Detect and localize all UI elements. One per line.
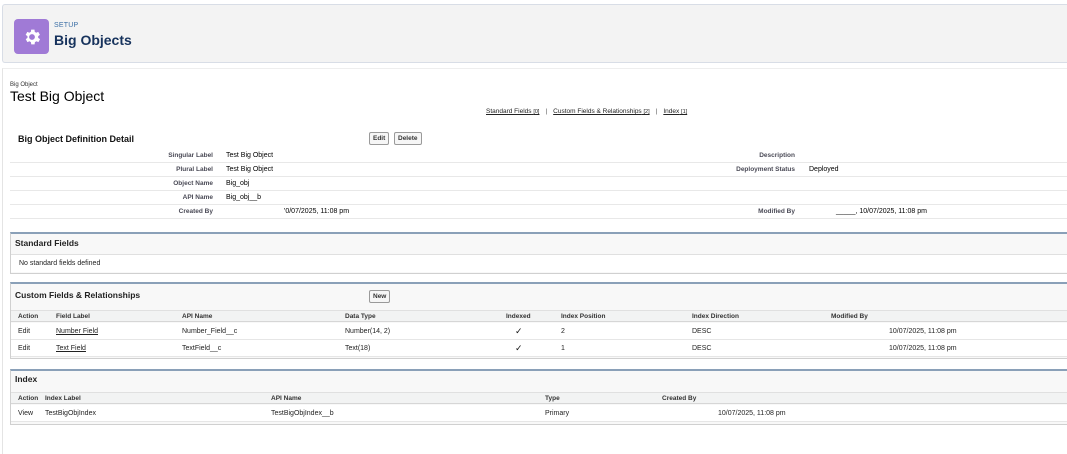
column-header: Action [18,313,39,320]
data-type-cell: Text(18) [345,345,371,352]
custom-fields-header: Action Field Label API Name Data Type In… [11,310,1067,322]
quick-link-custom-fields[interactable]: Custom Fields & Relationships [2] [553,108,649,115]
column-header[interactable]: Indexed [506,313,531,320]
data-type-cell: Number(14, 2) [345,328,391,335]
index-title: Index [15,374,38,384]
indexed-check-icon: ✓ [515,326,523,336]
detail-section-title: Big Object Definition Detail [18,134,135,144]
index-direction-cell: DESC [692,328,712,335]
field-label-link[interactable]: Text Field [56,345,86,352]
detail-row [10,163,1067,177]
column-header[interactable]: Created By [662,395,696,402]
index-direction-cell: DESC [692,345,712,352]
custom-fields-title: Custom Fields & Relationships [15,290,141,300]
object-name-label: Object Name [173,180,213,187]
setup-kicker: SETUP [54,22,79,29]
column-header[interactable]: Field Label [56,313,90,320]
modified-by-cell: 10/07/2025, 11:08 pm [889,345,957,352]
column-header[interactable]: Index Position [561,313,605,320]
table-row: Edit Text Field TextField__c Text(18) ✓ … [11,340,1067,357]
new-field-button[interactable]: New [369,290,391,303]
api-name-cell: TestBigObjIndex__b [271,410,334,417]
plural-label-value: Test Big Object [226,166,274,173]
modified-by-label: Modified By [758,208,795,215]
api-name-value: Big_obj__b [226,194,262,201]
singular-label-value: Test Big Object [226,152,274,159]
standard-fields-title: Standard Fields [15,238,79,248]
detail-row [10,177,1067,191]
index-section: Index Action Index Label API Name Type C… [10,369,1067,425]
modified-by-cell: 10/07/2025, 11:08 pm [889,328,957,335]
standard-fields-empty-text: No standard fields defined [19,260,101,267]
object-title: Test Big Object [10,88,105,104]
singular-label-label: Singular Label [168,152,213,159]
column-header[interactable]: Type [545,395,560,402]
api-name-cell: Number_Field__c [182,328,238,335]
delete-button[interactable]: Delete [394,132,422,145]
table-row: View TestBigObjIndex TestBigObjIndex__b … [11,405,1067,422]
object-name-value: Big_obj [226,180,250,187]
deployment-status-label: Deployment Status [736,166,795,173]
api-name-label: API Name [182,194,213,201]
modified-by-value: _____, 10/07/2025, 11:08 pm [836,208,927,215]
custom-fields-section: Custom Fields & Relationships New Action… [10,282,1067,359]
standard-fields-body: No standard fields defined [11,254,1067,272]
column-header[interactable]: Data Type [345,313,376,320]
edit-field-link[interactable]: Edit [18,328,30,335]
type-cell: Primary [545,410,570,417]
created-by-label: Created By [178,208,213,215]
edit-button[interactable]: Edit [369,132,390,145]
indexed-check-icon: ✓ [515,343,523,353]
deployment-status-value: Deployed [809,166,839,173]
view-index-link[interactable]: View [18,410,33,417]
column-header[interactable]: Index Direction [692,313,739,320]
page-title: Big Objects [54,32,132,48]
index-position-cell: 1 [561,345,565,352]
field-label-link[interactable]: Number Field [56,328,98,335]
created-by-value: '0/07/2025, 11:08 pm [284,208,350,215]
table-row: Edit Number Field Number_Field__c Number… [11,323,1067,340]
column-header: Action [18,395,39,402]
setup-header: SETUP Big Objects [2,4,1067,63]
edit-field-link[interactable]: Edit [18,345,30,352]
created-by-cell: 10/07/2025, 11:08 pm [718,410,786,417]
detail-row [10,191,1067,205]
gear-icon [14,19,49,54]
column-header[interactable]: Index Label [45,395,81,402]
api-name-cell: TextField__c [182,345,222,352]
column-header[interactable]: API Name [182,313,212,320]
index-position-cell: 2 [561,328,565,335]
quick-link-index[interactable]: Index [1] [663,108,687,115]
column-header[interactable]: API Name [271,395,301,402]
description-label: Description [759,152,795,159]
quick-links: Standard Fields [0] | Custom Fields & Rela… [486,108,688,115]
quick-link-standard-fields[interactable]: Standard Fields [0] [486,108,539,115]
column-header[interactable]: Modified By [831,313,868,320]
plural-label-label: Plural Label [176,166,213,173]
index-header: Action Index Label API Name Type Created… [11,392,1067,404]
standard-fields-section: Standard Fields No standard fields defin… [10,232,1067,274]
index-label-cell: TestBigObjIndex [45,410,96,417]
